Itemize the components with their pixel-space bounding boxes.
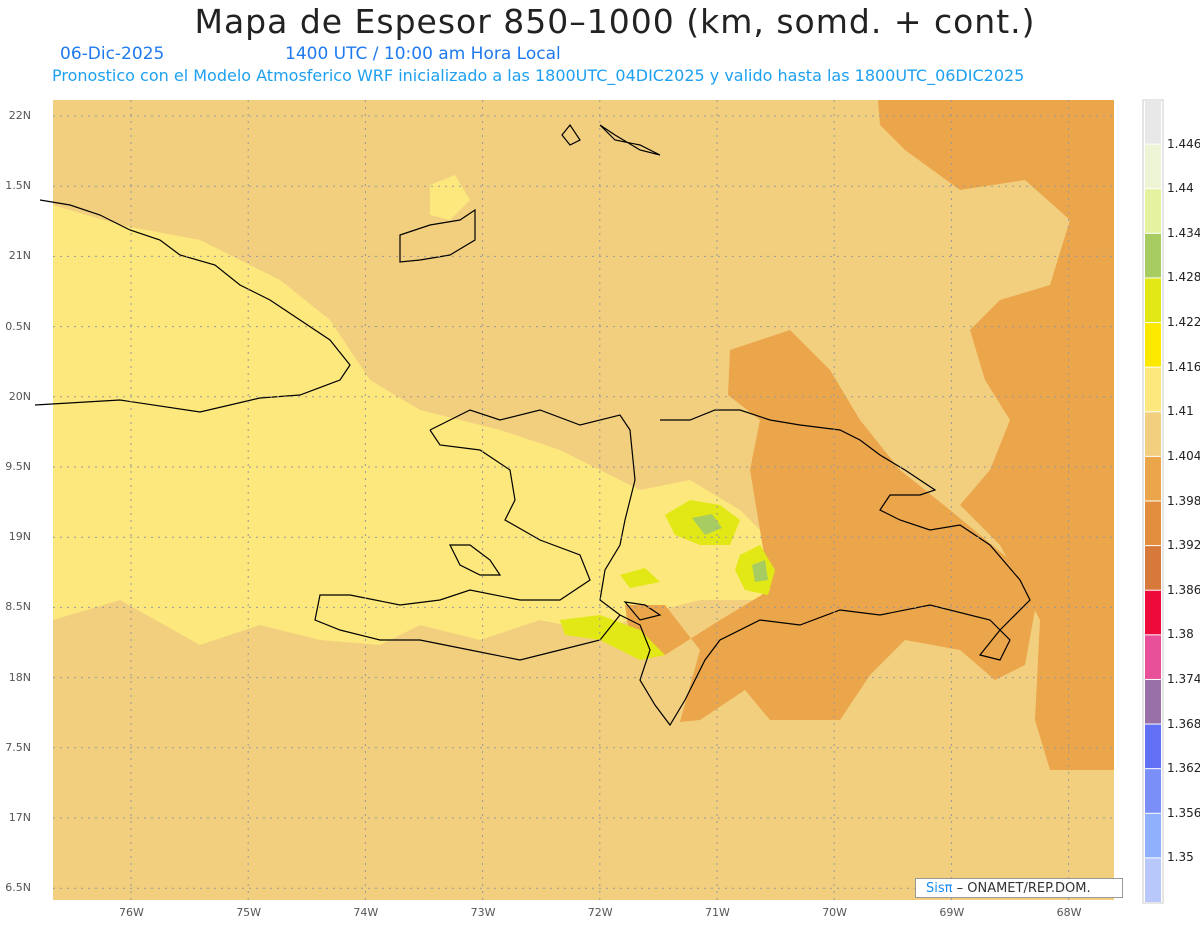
lat-label: 6.5N <box>5 881 31 895</box>
colorbar-label: 1.368 <box>1167 716 1200 731</box>
colorbar-swatch <box>1145 233 1161 278</box>
colorbar-swatch <box>1145 546 1161 590</box>
lon-label: 75W <box>236 906 262 919</box>
lon-label: 73W <box>470 906 496 919</box>
colorbar-label: 1.44 <box>1167 181 1194 196</box>
colorbar-swatch <box>1145 323 1161 367</box>
colorbar-swatch <box>1145 412 1161 456</box>
lon-label: 69W <box>939 906 965 919</box>
colorbar-swatch <box>1145 367 1161 412</box>
lat-label: 18N <box>8 670 31 684</box>
lat-label: 1.5N <box>5 179 31 193</box>
colorbar-label: 1.434 <box>1167 225 1200 240</box>
lon-label: 76W <box>119 906 144 919</box>
colorbar-label: 1.386 <box>1167 582 1200 597</box>
lat-label: 22N <box>8 109 31 122</box>
colorbar-label: 1.362 <box>1167 761 1200 776</box>
lon-label: 72W <box>587 906 613 919</box>
lon-label: 68W <box>1056 906 1082 919</box>
lat-label: 8.5N <box>5 600 31 614</box>
colorbar-label: 1.404 <box>1167 448 1200 463</box>
colorbar-swatch <box>1145 456 1161 501</box>
credit-box: Sisπ – ONAMET/REP.DOM. <box>915 878 1123 898</box>
colorbar-swatch <box>1145 813 1161 858</box>
lon-label: 70W <box>822 906 848 919</box>
colorbar-swatch <box>1145 278 1161 323</box>
lat-label: 7.5N <box>5 740 31 754</box>
colorbar-label: 1.428 <box>1167 270 1200 285</box>
colorbar-swatch <box>1145 100 1161 144</box>
colorbar-label: 1.416 <box>1167 359 1200 374</box>
lat-label: 9.5N <box>5 460 31 473</box>
colorbar-swatch <box>1145 635 1161 679</box>
colorbar-swatch <box>1145 858 1161 902</box>
lat-label: 21N <box>8 249 31 263</box>
colorbar-swatch <box>1145 724 1161 769</box>
colorbar-label: 1.446 <box>1167 136 1200 151</box>
colorbar-label: 1.422 <box>1167 315 1200 330</box>
colorbar-swatch <box>1145 679 1161 724</box>
colorbar-swatch <box>1145 144 1161 189</box>
lat-label: 20N <box>8 389 31 403</box>
colorbar-swatch <box>1145 501 1161 546</box>
colorbar-swatch <box>1145 590 1161 635</box>
colorbar <box>1145 100 1161 902</box>
lat-label: 0.5N <box>5 319 31 333</box>
credit-text: – ONAMET/REP.DOM. <box>952 881 1091 896</box>
lat-label: 19N <box>8 530 31 544</box>
colorbar-swatch <box>1145 189 1161 233</box>
lat-label: 17N <box>8 811 31 824</box>
thickness-map <box>34 99 1164 904</box>
lon-label: 71W <box>705 906 730 919</box>
colorbar-label: 1.41 <box>1167 404 1194 419</box>
colorbar-label: 1.374 <box>1167 671 1200 686</box>
lon-label: 74W <box>353 906 379 919</box>
sispi-logo: Sisπ <box>926 881 953 896</box>
colorbar-label: 1.35 <box>1167 850 1194 865</box>
colorbar-swatch <box>1145 769 1161 813</box>
colorbar-label: 1.392 <box>1167 538 1200 553</box>
colorbar-label: 1.398 <box>1167 493 1200 508</box>
colorbar-label: 1.356 <box>1167 805 1200 820</box>
colorbar-label: 1.38 <box>1167 627 1194 642</box>
